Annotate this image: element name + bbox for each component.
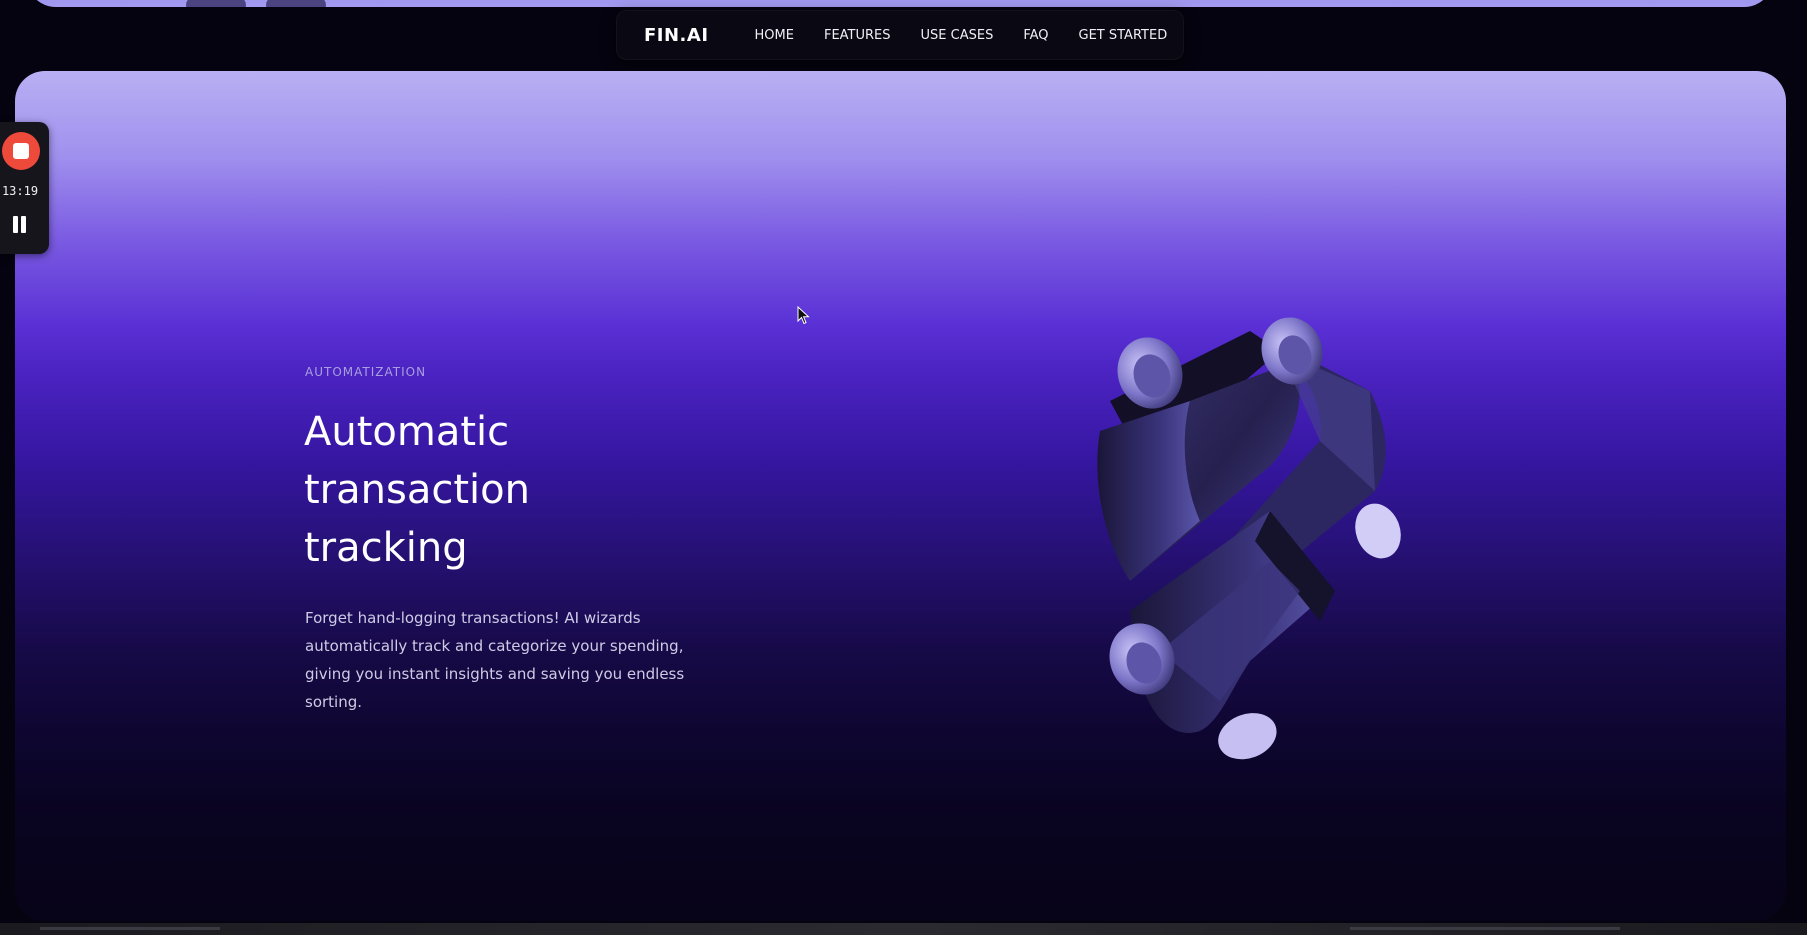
bottom-dock-bar	[0, 923, 1807, 935]
top-navigation: FIN.AI HOME FEATURES USE CASES FAQ GET S…	[616, 10, 1184, 60]
description-line: automatically track and categorize your …	[305, 637, 684, 655]
headline-line: Automatic	[304, 409, 510, 455]
recording-timer: 13:19	[1, 184, 39, 198]
pause-icon[interactable]	[11, 214, 29, 236]
nav-item-features[interactable]: FEATURES	[824, 28, 891, 43]
section-eyebrow: AUTOMATIZATION	[305, 365, 427, 379]
mouse-pointer-icon	[797, 305, 811, 330]
previous-section-art	[266, 0, 326, 7]
bottom-bar-segment	[40, 927, 220, 930]
previous-section-card	[26, 0, 1774, 7]
hero-headline: Automatic transaction tracking	[304, 403, 724, 577]
description-line: sorting.	[305, 693, 363, 711]
brand-logo[interactable]: FIN.AI	[644, 25, 709, 46]
headline-line: tracking	[304, 525, 468, 571]
description-line: giving you instant insights and saving y…	[305, 665, 685, 683]
headline-line: transaction	[304, 467, 530, 513]
stop-icon[interactable]	[2, 132, 40, 170]
bottom-bar-segment	[1350, 927, 1620, 930]
screen-recorder-widget: 13:19	[0, 122, 49, 254]
nav-item-home[interactable]: HOME	[755, 28, 794, 43]
previous-section-art	[186, 0, 246, 7]
nav-item-get-started[interactable]: GET STARTED	[1079, 28, 1168, 43]
hero-description: Forget hand-logging transactions! AI wiz…	[305, 604, 725, 716]
nav-item-faq[interactable]: FAQ	[1023, 28, 1048, 43]
3d-ribbon-logo-icon	[1070, 291, 1430, 775]
hero-section: AUTOMATIZATION Automatic transaction tra…	[15, 71, 1786, 921]
nav-item-use-cases[interactable]: USE CASES	[921, 28, 994, 43]
description-line: Forget hand-logging transactions! AI wiz…	[305, 609, 641, 627]
